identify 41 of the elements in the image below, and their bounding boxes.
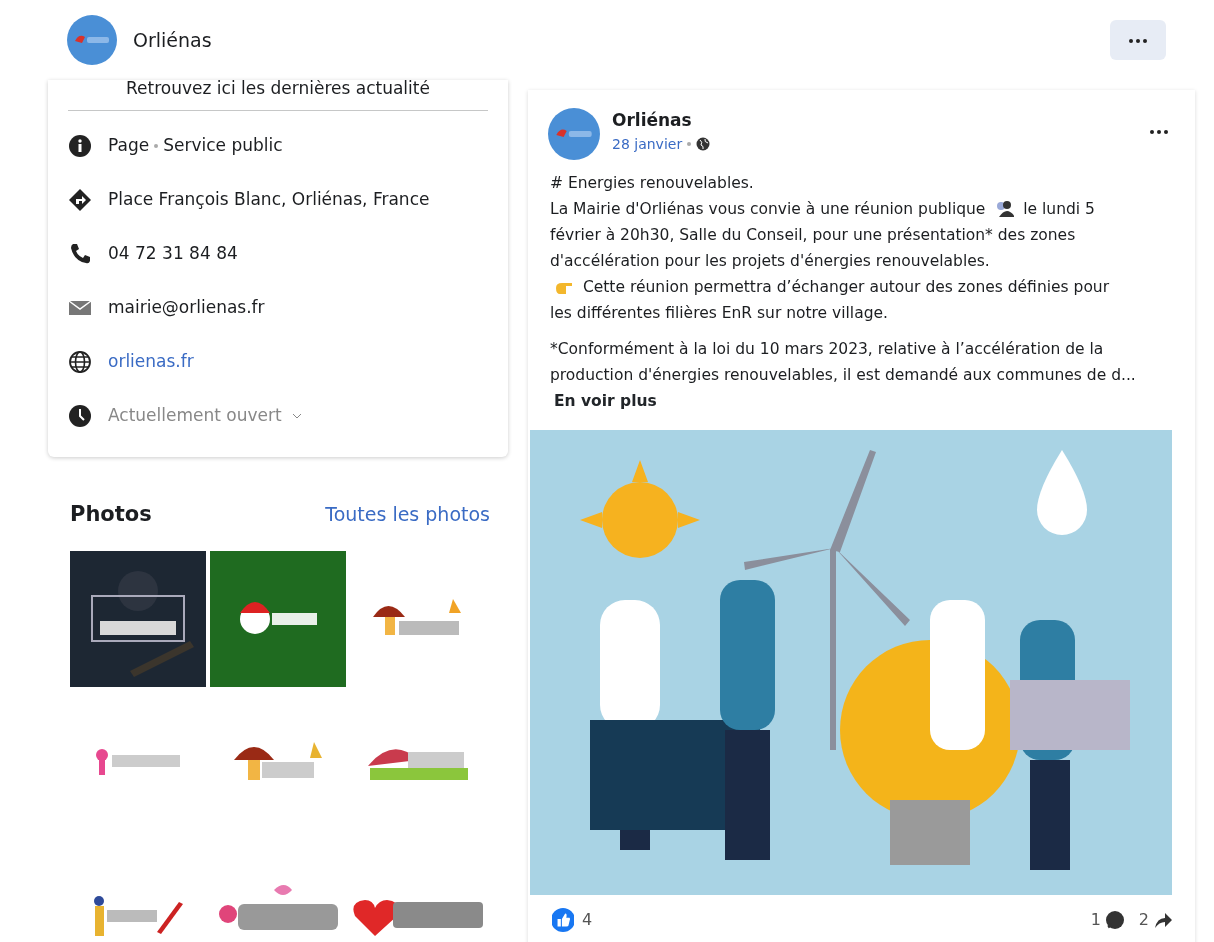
globe-icon	[696, 137, 711, 151]
separator-dot	[153, 143, 160, 149]
share-icon	[1153, 910, 1173, 930]
diamond-arrow-icon	[68, 188, 92, 212]
post-text: *Conformément à la loi du 10 mars 2023, relative à l’accélération de la production d'énergies renouvelables, il est demandé aux communes de d...	[550, 340, 1136, 384]
info-text: Page	[108, 134, 150, 158]
post-text: Cette réunion permettra d’échanger autour des zones définies pour	[582, 278, 1110, 296]
website-link[interactable]: orlienas.fr	[108, 349, 194, 375]
avatar-icon	[548, 108, 600, 160]
section-title: Photos	[70, 501, 152, 528]
intro-text: Retrouvez ici les dernières actualité	[125, 80, 431, 100]
like-count: 4	[582, 909, 593, 931]
comment-icon	[1104, 910, 1125, 930]
separator-dot	[686, 141, 693, 147]
ellipsis-icon	[1150, 129, 1168, 134]
info-text: Service public	[163, 134, 283, 158]
author-name[interactable]: Orliénas	[612, 108, 711, 134]
email-text: mairie@orlienas.fr	[108, 296, 265, 320]
ellipsis-icon	[1129, 38, 1147, 43]
like-icon	[552, 908, 574, 932]
post-date-link[interactable]: 28 janvier	[612, 133, 683, 155]
globe-icon	[68, 350, 92, 374]
clock-icon	[68, 404, 92, 428]
post-text: les différentes filières EnR sur notre village.	[550, 304, 888, 322]
people-icon	[994, 198, 1015, 218]
page-title[interactable]: Orliénas	[133, 25, 212, 55]
address-text: Place François Blanc, Orliénas, France	[108, 188, 430, 212]
info-icon	[68, 134, 92, 158]
post-text: # Energies renouvelables.	[550, 174, 754, 192]
post-text: février à 20h30, Salle du Conseil, pour une présentation* des zones d'accélération pour les projets d'énergies renouvelables.	[550, 226, 1076, 270]
phone-icon	[68, 242, 92, 266]
hours-text: Actuellement ouvert	[108, 404, 282, 428]
share-count: 2	[1138, 909, 1149, 931]
caret-icon	[291, 413, 302, 419]
see-more-link[interactable]: En voir plus	[554, 392, 657, 410]
see-all-photos-link[interactable]: Toutes les photos	[325, 500, 490, 529]
comment-count: 1	[1090, 909, 1101, 931]
phone-text: 04 72 31 84 84	[108, 242, 238, 266]
avatar-icon	[67, 15, 117, 65]
post-text: La Mairie d'Orliénas vous convie à une réunion publique	[550, 200, 986, 218]
post-text: le lundi 5	[1023, 200, 1095, 218]
